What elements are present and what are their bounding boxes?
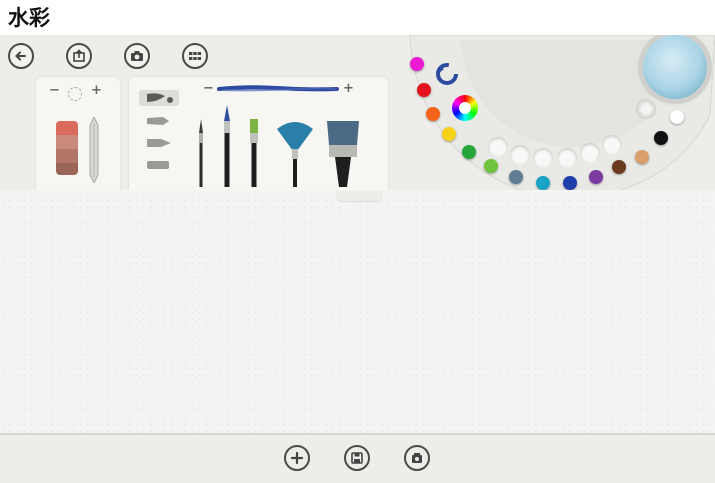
open-image-button[interactable] (66, 43, 92, 69)
toolbar: − + − + (0, 35, 715, 200)
color-swatch[interactable] (484, 159, 498, 173)
brush-stroke-preview (217, 85, 339, 92)
new-painting-button[interactable] (284, 445, 310, 471)
back-button[interactable] (8, 43, 34, 69)
open-image-icon (73, 49, 85, 62)
color-swatch[interactable] (509, 170, 523, 184)
round-brush[interactable] (220, 105, 234, 187)
fine-round-brush[interactable] (195, 119, 207, 187)
camera-button[interactable] (124, 43, 150, 69)
color-swatch[interactable] (670, 110, 684, 124)
flat-brush[interactable] (247, 119, 261, 187)
save-icon (351, 452, 363, 464)
color-palette (400, 35, 715, 205)
mixing-well[interactable] (533, 148, 553, 168)
toolbar-toggle-handle[interactable] (336, 191, 382, 201)
brush-size-decrease-button[interactable]: − (203, 81, 214, 96)
eraser-icon[interactable] (56, 121, 78, 175)
mixing-well[interactable] (510, 145, 530, 165)
color-swatch[interactable] (417, 83, 431, 97)
add-icon (290, 451, 304, 465)
pencil-icon[interactable] (87, 117, 101, 183)
color-swatch[interactable] (563, 176, 577, 190)
back-arrow-icon (15, 51, 26, 61)
color-swatch[interactable] (462, 145, 476, 159)
brush-shape-wide[interactable] (139, 90, 179, 106)
share-button[interactable] (404, 445, 430, 471)
gallery-icon (189, 52, 201, 60)
color-swatch[interactable] (426, 107, 440, 121)
watercolor-app: − + − + (0, 35, 715, 483)
painting-canvas[interactable] (0, 190, 715, 433)
fan-brush[interactable] (275, 119, 315, 187)
color-swatch[interactable] (589, 170, 603, 184)
color-swatch[interactable] (654, 131, 668, 145)
color-swatch[interactable] (612, 160, 626, 174)
color-wheel-icon[interactable] (452, 95, 478, 121)
mixing-well[interactable] (580, 143, 600, 163)
brush-panel: − + (129, 77, 388, 190)
brush-shape-flat[interactable] (139, 157, 179, 173)
camera-icon (131, 51, 143, 61)
water-cup-icon[interactable] (643, 35, 707, 99)
share-icon (412, 453, 422, 463)
save-button[interactable] (344, 445, 370, 471)
brush-shape-angled[interactable] (139, 113, 179, 129)
gallery-button[interactable] (182, 43, 208, 69)
color-swatch[interactable] (410, 57, 424, 71)
color-swatch[interactable] (536, 176, 550, 190)
app-title: 水彩 (8, 6, 50, 30)
size-panel: − + (36, 77, 120, 190)
size-decrease-button[interactable]: − (49, 83, 60, 98)
undo-icon[interactable] (434, 61, 460, 87)
wide-flat-brush[interactable] (323, 119, 363, 187)
mixing-well[interactable] (602, 135, 622, 155)
mixing-well[interactable] (488, 137, 508, 157)
color-swatch[interactable] (635, 150, 649, 164)
brush-size-increase-button[interactable]: + (343, 81, 354, 96)
color-swatch[interactable] (442, 127, 456, 141)
bottom-app-bar (0, 433, 715, 483)
size-increase-button[interactable]: + (91, 83, 102, 98)
size-indicator (68, 87, 82, 101)
mixing-well[interactable] (557, 148, 577, 168)
color-mixer-icon[interactable] (636, 99, 656, 119)
brush-shape-round[interactable] (139, 135, 179, 151)
